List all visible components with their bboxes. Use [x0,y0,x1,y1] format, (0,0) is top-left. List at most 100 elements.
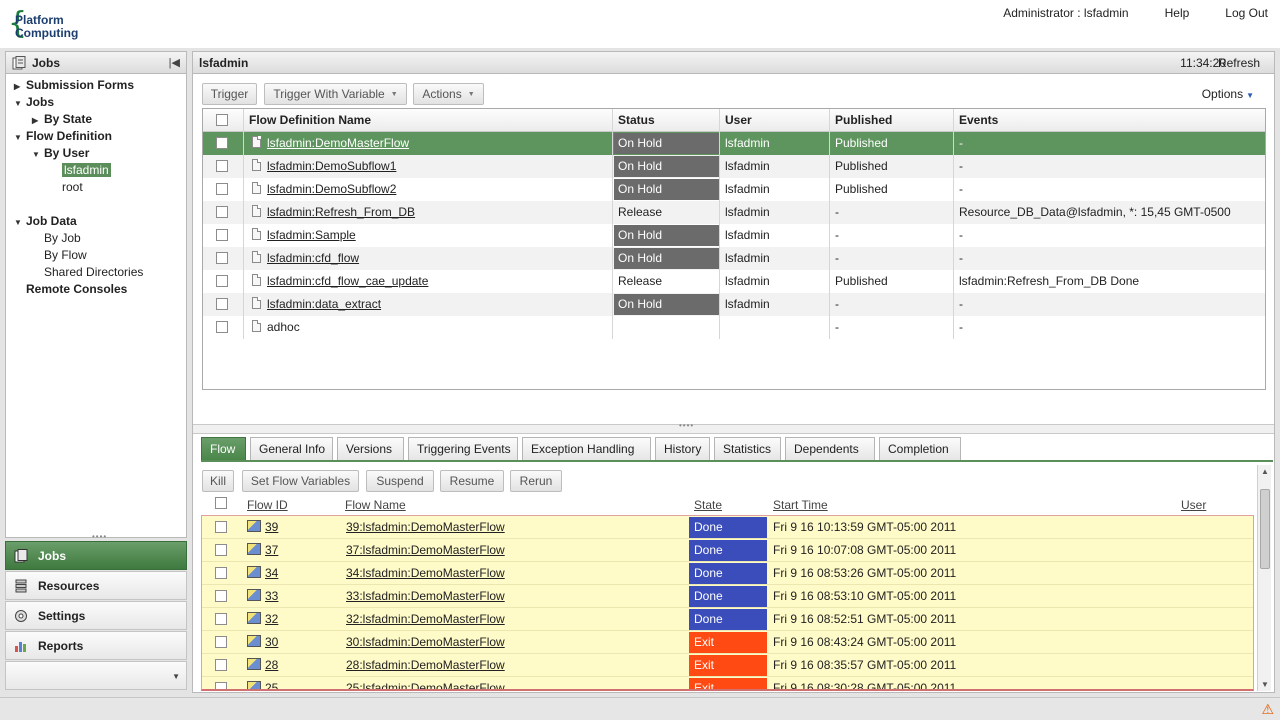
tree-item-submission-forms[interactable]: ▶ Submission Forms [14,78,134,94]
row-checkbox[interactable] [215,635,227,648]
flow-id-link[interactable]: 39 [265,520,278,534]
table-row[interactable]: lsfadmin:DemoMasterFlow On Hold lsfadmin Pu… [203,132,1265,155]
row-checkbox[interactable] [215,612,227,625]
rerun-button[interactable]: Rerun [510,470,562,492]
scroll-up-icon[interactable]: ▲ [1261,467,1269,476]
set-flow-variables-button[interactable]: Set Flow Variables [242,470,359,492]
tree-item-jobs[interactable]: ▼ Jobs [14,95,54,111]
tab-dependents[interactable]: Dependents [785,437,875,461]
column-header-flow-name[interactable]: Flow Name [345,498,406,512]
table-row[interactable]: 32 32:lsfadmin:DemoMasterFlow Done Fri 9 16… [202,608,1253,631]
row-checkbox[interactable] [215,543,227,556]
scroll-thumb[interactable] [1260,489,1270,569]
column-header-flow-id[interactable]: Flow ID [247,498,288,512]
column-header-name[interactable]: Flow Definition Name [244,109,613,132]
nav-resources[interactable]: Resources [5,571,187,600]
table-row[interactable]: lsfadmin:Sample On Hold lsfadmin - - [203,224,1265,247]
flow-name-link[interactable]: 28:lsfadmin:DemoMasterFlow [346,658,505,672]
row-checkbox[interactable] [216,136,228,149]
column-header-status[interactable]: Status [613,109,720,132]
trigger-button[interactable]: Trigger [202,83,257,105]
table-row[interactable]: lsfadmin:DemoSubflow1 On Hold lsfadmin Publ… [203,155,1265,178]
flow-id-link[interactable]: 33 [265,589,278,603]
warning-icon[interactable]: ⚠ [1261,701,1274,718]
flow-id-link[interactable]: 34 [265,566,278,580]
flow-name-link[interactable]: lsfadmin:cfd_flow_cae_update [267,274,428,288]
nav-jobs[interactable]: Jobs [5,541,187,570]
table-row[interactable]: 33 33:lsfadmin:DemoMasterFlow Done Fri 9 16… [202,585,1253,608]
refresh-link[interactable]: Refresh [1218,56,1260,70]
tree-item-by-state[interactable]: ▶ By State [32,112,92,128]
row-checkbox[interactable] [215,681,227,689]
nav-reports[interactable]: Reports [5,631,187,660]
panel-splitter[interactable]: •••• [92,532,107,541]
table-row[interactable]: lsfadmin:cfd_flow On Hold lsfadmin - - [203,247,1265,270]
table-row[interactable]: 39 39:lsfadmin:DemoMasterFlow Done Fri 9 16… [202,516,1253,539]
flow-name-link[interactable]: lsfadmin:data_extract [267,297,381,311]
row-checkbox[interactable] [215,589,227,602]
flow-id-link[interactable]: 32 [265,612,278,626]
row-checkbox[interactable] [216,159,228,172]
tab-completion[interactable]: Completion [879,437,961,461]
flow-name-link[interactable]: 39:lsfadmin:DemoMasterFlow [346,520,505,534]
flow-id-link[interactable]: 25 [265,681,278,689]
flow-name-link[interactable]: 25:lsfadmin:DemoMasterFlow [346,681,505,689]
table-row[interactable]: lsfadmin:DemoSubflow2 On Hold lsfadmin Publ… [203,178,1265,201]
table-row[interactable]: lsfadmin:data_extract On Hold lsfadmin - - [203,293,1265,316]
row-checkbox[interactable] [216,182,228,195]
tree-item-flow-definition[interactable]: ▼ Flow Definition [14,129,112,145]
tree-item-by-flow[interactable]: By Flow [44,248,87,262]
tree-item-lsfadmin[interactable]: lsfadmin [62,163,111,177]
instances-scrollbar[interactable]: ▲ ▼ [1257,465,1271,691]
row-checkbox[interactable] [216,228,228,241]
resume-button[interactable]: Resume [440,470,504,492]
column-header-user[interactable]: User [1181,498,1206,512]
scroll-down-icon[interactable]: ▼ [1261,680,1269,689]
flow-name-link[interactable]: 30:lsfadmin:DemoMasterFlow [346,635,505,649]
select-all-instances-checkbox[interactable] [215,497,227,509]
flow-name-link[interactable]: lsfadmin:DemoMasterFlow [267,136,409,150]
user-menu[interactable]: Administrator : lsfadmin [1003,6,1128,20]
flow-name-link[interactable]: lsfadmin:DemoSubflow2 [267,182,396,196]
collapse-panel-icon[interactable]: |◀ [169,56,180,69]
row-checkbox[interactable] [216,251,228,264]
select-all-checkbox[interactable] [216,113,228,126]
flow-name-link[interactable]: lsfadmin:Sample [267,228,356,242]
table-row[interactable]: lsfadmin:cfd_flow_cae_update Release lsfad… [203,270,1265,293]
row-checkbox[interactable] [215,520,227,533]
flow-name-link[interactable]: 34:lsfadmin:DemoMasterFlow [346,566,505,580]
tree-item-by-user[interactable]: ▼ By User [32,146,89,162]
flow-name-link[interactable]: lsfadmin:Refresh_From_DB [267,205,415,219]
column-header-state[interactable]: State [694,498,722,512]
table-row[interactable]: 37 37:lsfadmin:DemoMasterFlow Done Fri 9 16… [202,539,1253,562]
column-header-user[interactable]: User [720,109,830,132]
table-row[interactable]: 34 34:lsfadmin:DemoMasterFlow Done Fri 9 16… [202,562,1253,585]
tree-item-by-job[interactable]: By Job [44,231,81,245]
tab-history[interactable]: History [655,437,710,461]
flow-id-link[interactable]: 28 [265,658,278,672]
tab-exception-handling[interactable]: Exception Handling [522,437,651,461]
table-row[interactable]: 30 30:lsfadmin:DemoMasterFlow Exit Fri 9 16… [202,631,1253,654]
column-header-published[interactable]: Published [830,109,954,132]
kill-button[interactable]: Kill [202,470,234,492]
tree-item-root[interactable]: root [62,180,83,194]
row-checkbox[interactable] [216,205,228,218]
flow-name-link[interactable]: lsfadmin:cfd_flow [267,251,359,265]
row-checkbox[interactable] [216,274,228,287]
nav-more[interactable]: ▼ [5,661,187,690]
tree-item-remote-consoles[interactable]: Remote Consoles [26,282,127,296]
table-row[interactable]: 28 28:lsfadmin:DemoMasterFlow Exit Fri 9 16… [202,654,1253,677]
tab-versions[interactable]: Versions [337,437,404,461]
logout-link[interactable]: Log Out [1225,6,1268,20]
tab-statistics[interactable]: Statistics [714,437,781,461]
tab-triggering-events[interactable]: Triggering Events [408,437,518,461]
flow-id-link[interactable]: 30 [265,635,278,649]
flow-name-link[interactable]: 37:lsfadmin:DemoMasterFlow [346,543,505,557]
tree-item-shared-directories[interactable]: Shared Directories [44,265,143,279]
flow-name-link[interactable]: lsfadmin:DemoSubflow1 [267,159,396,173]
tree-item-job-data[interactable]: ▼ Job Data [14,214,77,230]
nav-settings[interactable]: Settings [5,601,187,630]
actions-button[interactable]: Actions ▼ [413,83,484,105]
tab-flow[interactable]: Flow [201,437,246,461]
horizontal-splitter[interactable]: •••• [193,421,1274,434]
